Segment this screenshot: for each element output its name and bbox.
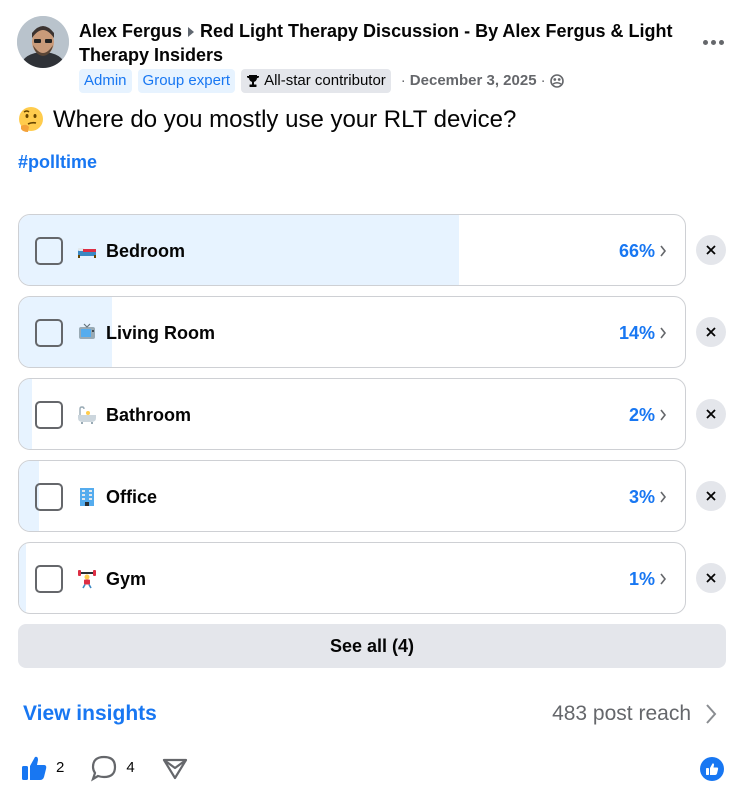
thumbs-up-icon <box>22 756 47 780</box>
close-icon <box>706 573 716 583</box>
poll-option: Bathroom 2% <box>18 378 728 450</box>
hashtag-link[interactable]: #polltime <box>18 150 97 174</box>
poll-option-percent[interactable]: 14% <box>619 321 667 345</box>
poll-question-text: Where do you mostly use your RLT device? <box>53 106 517 133</box>
percent-value: 3% <box>628 487 655 507</box>
percent-value: 66% <box>618 241 655 261</box>
poll-option-percent[interactable]: 2% <box>629 403 667 427</box>
see-all-button[interactable]: See all (4) <box>18 624 726 668</box>
checkbox[interactable] <box>35 237 63 265</box>
separator-dot: · <box>540 72 546 89</box>
post-header: Alex Fergus Red Light Therapy Discussion … <box>17 16 729 96</box>
post-actions: 2 4 <box>20 754 215 782</box>
percent-value: 14% <box>618 323 655 343</box>
view-insights-link[interactable]: View insights <box>23 700 157 728</box>
poll-option-gym[interactable]: Gym 1% <box>18 542 686 614</box>
dot <box>718 39 724 45</box>
checkbox[interactable] <box>35 401 63 429</box>
thinking-face-emoji <box>19 107 43 132</box>
poll-option-bedroom[interactable]: Bedroom 66% <box>18 214 686 286</box>
chevron-right-icon <box>660 245 667 257</box>
poll-option-living-room[interactable]: Living Room 14% <box>18 296 686 368</box>
poll-option-bathroom[interactable]: Bathroom 2% <box>18 378 686 450</box>
chevron-right-icon <box>706 704 717 724</box>
dot <box>710 39 716 45</box>
remove-option-button[interactable] <box>696 481 726 511</box>
like-reaction-badge[interactable] <box>700 757 724 781</box>
poll-option: Living Room 14% <box>18 296 728 368</box>
poll-option-label: Bathroom <box>106 405 191 425</box>
like-count: 2 <box>56 759 65 776</box>
dot <box>702 39 708 45</box>
poll-option-percent[interactable]: 1% <box>629 567 667 591</box>
close-icon <box>706 327 716 337</box>
close-icon <box>706 245 716 255</box>
poll-option: Gym 1% <box>18 542 728 614</box>
author-avatar[interactable] <box>17 16 69 68</box>
office-building-emoji <box>80 488 94 506</box>
thumbs-up-icon <box>706 763 719 775</box>
contributor-badge-label: All-star contributor <box>264 72 386 89</box>
share-icon <box>162 758 187 780</box>
poll-result-bar <box>19 297 113 367</box>
poll-option-office[interactable]: Office 3% <box>18 460 686 532</box>
poll-option-label: Gym <box>106 569 147 589</box>
remove-option-button[interactable] <box>696 317 726 347</box>
remove-option-button[interactable] <box>696 235 726 265</box>
remove-option-button[interactable] <box>696 399 726 429</box>
checkbox[interactable] <box>35 565 63 593</box>
separator-dot: · <box>400 72 406 89</box>
poll-option-label: Living Room <box>106 323 215 343</box>
comment-icon <box>91 755 117 782</box>
group-members-icon <box>549 74 564 88</box>
post-meta: Admin Group expert All-star contributor … <box>79 69 679 93</box>
admin-badge[interactable]: Admin <box>79 69 132 93</box>
television-emoji <box>79 323 95 339</box>
like-button[interactable]: 2 <box>20 754 64 782</box>
remove-option-button[interactable] <box>696 563 726 593</box>
percent-value: 1% <box>628 569 655 589</box>
author-name[interactable]: Alex Fergus <box>79 21 182 41</box>
bed-emoji <box>78 248 96 258</box>
poll-option-percent[interactable]: 66% <box>619 239 667 263</box>
chevron-right-icon <box>660 573 667 585</box>
poll-option-label: Bedroom <box>106 241 186 261</box>
arrow-right-icon <box>188 26 195 37</box>
checkbox[interactable] <box>35 483 63 511</box>
post-meta-date: · December 3, 2025 · <box>397 69 564 93</box>
poll-options: Bedroom 66% Living Room 14% Bathroom 2% … <box>18 214 728 624</box>
comment-count: 4 <box>126 759 135 776</box>
post-title-line: Alex Fergus Red Light Therapy Discussion … <box>79 19 679 67</box>
close-icon <box>706 409 716 419</box>
poll-question: Where do you mostly use your RLT device? <box>17 104 516 136</box>
chevron-right-icon <box>660 491 667 503</box>
poll-result-bar <box>19 379 33 449</box>
chevron-right-icon <box>660 327 667 339</box>
post-reach[interactable]: 483 post reach <box>552 700 717 728</box>
group-expert-badge[interactable]: Group expert <box>137 69 236 93</box>
checkbox[interactable] <box>35 319 63 347</box>
share-button[interactable] <box>161 754 189 782</box>
chevron-right-icon <box>660 409 667 421</box>
poll-option-label: Office <box>106 487 158 507</box>
comment-button[interactable]: 4 <box>90 754 135 782</box>
poll-option: Bedroom 66% <box>18 214 728 286</box>
post-header-text: Alex Fergus Red Light Therapy Discussion … <box>79 19 679 93</box>
weightlifter-emoji <box>78 570 96 589</box>
bathtub-emoji <box>78 406 96 424</box>
poll-option: Office 3% <box>18 460 728 532</box>
close-icon <box>706 491 716 501</box>
post-date[interactable]: December 3, 2025 <box>410 69 537 93</box>
post-reach-text: 483 post reach <box>552 702 691 725</box>
more-options-button[interactable] <box>697 30 729 54</box>
contributor-badge[interactable]: All-star contributor <box>241 69 391 93</box>
poll-result-bar <box>19 543 26 613</box>
poll-option-percent[interactable]: 3% <box>629 485 667 509</box>
trophy-icon <box>247 75 260 87</box>
percent-value: 2% <box>628 405 655 425</box>
